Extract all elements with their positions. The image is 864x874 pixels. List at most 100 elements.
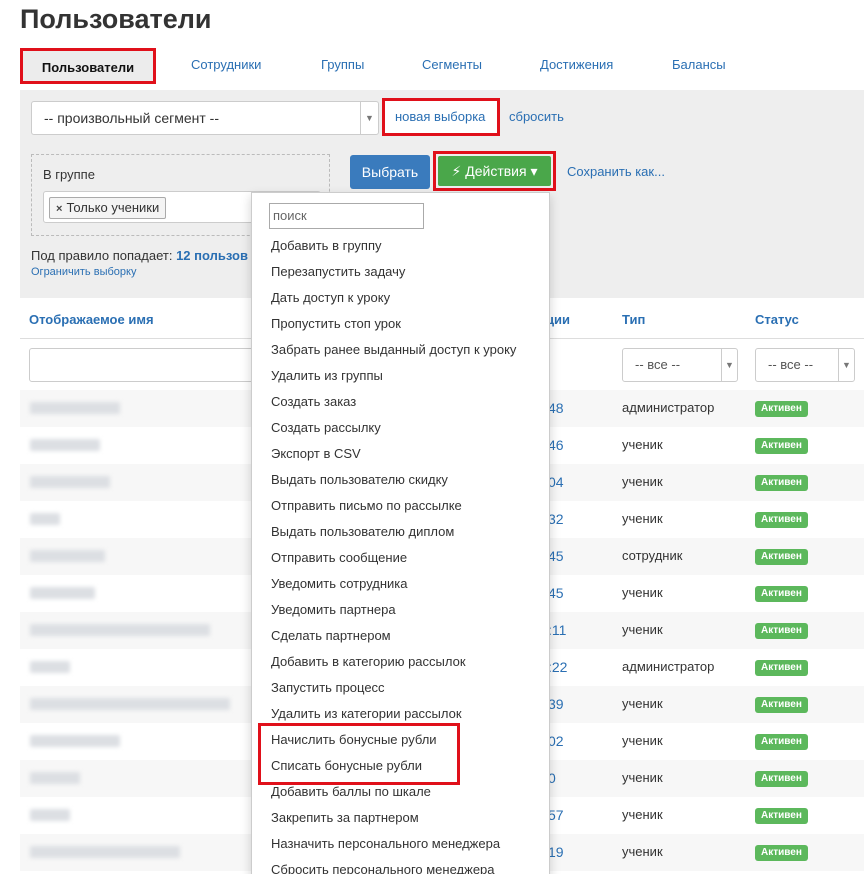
new-selection-link[interactable]: новая выборка (395, 109, 485, 124)
remove-tag-icon[interactable]: × (56, 203, 62, 215)
user-id[interactable]: 46 (548, 437, 564, 453)
user-id[interactable]: 45 (548, 585, 564, 601)
status-badge: Активен (755, 771, 808, 787)
user-type: ученик (622, 733, 663, 748)
blurred-name (30, 587, 95, 599)
tab-groups[interactable]: Группы (321, 48, 364, 84)
status-badge: Активен (755, 512, 808, 528)
user-id[interactable]: :11 (548, 622, 566, 638)
caret-down-icon: ▾ (530, 163, 538, 179)
caret-down-icon: ▼ (360, 102, 378, 134)
tab-balances[interactable]: Балансы (672, 48, 726, 84)
rule-count-value[interactable]: 12 пользов (176, 248, 248, 263)
status-badge: Активен (755, 586, 808, 602)
menu-item[interactable]: Создать рассылку (271, 420, 381, 435)
status-badge: Активен (755, 808, 808, 824)
name-filter-input[interactable] (29, 348, 259, 382)
blurred-name (30, 550, 105, 562)
user-id[interactable]: 19 (548, 844, 564, 860)
menu-item[interactable]: Добавить баллы по шкале (271, 784, 431, 799)
blurred-name (30, 513, 60, 525)
column-status-header[interactable]: Статус (755, 312, 799, 327)
menu-item[interactable]: Отправить письмо по рассылке (271, 498, 462, 513)
group-tag-label: Только ученики (66, 200, 160, 215)
user-type: ученик (622, 770, 663, 785)
actions-search-input[interactable]: поиск (269, 203, 424, 229)
status-filter-value: -- все -- (768, 357, 814, 372)
status-badge: Активен (755, 549, 808, 565)
menu-item[interactable]: Создать заказ (271, 394, 356, 409)
actions-dropdown-menu: поиск Добавить в группу Перезапустить за… (251, 192, 550, 874)
user-type: ученик (622, 585, 663, 600)
blurred-name (30, 661, 70, 673)
menu-item[interactable]: Выдать пользователю скидку (271, 472, 448, 487)
status-badge: Активен (755, 660, 808, 676)
menu-item[interactable]: Назначить персонального менеджера (271, 836, 500, 851)
actions-button-label: Действия (465, 163, 527, 179)
menu-item[interactable]: Уведомить партнера (271, 602, 396, 617)
actions-button[interactable]: ⚡ Действия ▾ (438, 156, 551, 186)
status-badge: Активен (755, 845, 808, 861)
user-id[interactable]: 45 (548, 548, 564, 564)
user-type: ученик (622, 437, 663, 452)
tab-employees[interactable]: Сотрудники (191, 48, 261, 84)
menu-item[interactable]: Уведомить сотрудника (271, 576, 408, 591)
tab-achievements[interactable]: Достижения (540, 48, 613, 84)
blurred-name (30, 402, 120, 414)
column-type-header[interactable]: Тип (622, 312, 645, 327)
menu-item[interactable]: Запустить процесс (271, 680, 385, 695)
user-id[interactable]: 04 (548, 474, 564, 490)
tab-segments[interactable]: Сегменты (422, 48, 482, 84)
status-filter-select[interactable]: -- все -- ▼ (755, 348, 855, 382)
menu-item[interactable]: Сделать партнером (271, 628, 391, 643)
user-id[interactable]: 48 (548, 400, 564, 416)
type-filter-select[interactable]: -- все -- ▼ (622, 348, 738, 382)
actions-highlight: ⚡ Действия ▾ (433, 151, 556, 191)
user-id[interactable]: :22 (548, 659, 567, 675)
user-type: ученик (622, 807, 663, 822)
status-badge: Активен (755, 734, 808, 750)
status-badge: Активен (755, 475, 808, 491)
menu-item[interactable]: Пропустить стоп урок (271, 316, 401, 331)
menu-item[interactable]: Удалить из группы (271, 368, 383, 383)
tab-users[interactable]: Пользователи (20, 48, 156, 84)
column-name-header[interactable]: Отображаемое имя (29, 312, 154, 327)
user-type: ученик (622, 474, 663, 489)
user-id[interactable]: 32 (548, 511, 564, 527)
menu-item[interactable]: Сбросить персонального менеджера (271, 862, 495, 874)
group-rule-label: В группе (43, 167, 95, 182)
menu-item[interactable]: Забрать ранее выданный доступ к уроку (271, 342, 516, 357)
limit-selection-link[interactable]: Ограничить выборку (31, 266, 136, 278)
user-id[interactable]: 57 (548, 807, 564, 823)
type-filter-value: -- все -- (635, 357, 681, 372)
menu-item[interactable]: Закрепить за партнером (271, 810, 419, 825)
save-as-link[interactable]: Сохранить как... (567, 164, 665, 179)
menu-item[interactable]: Выдать пользователю диплом (271, 524, 454, 539)
menu-item[interactable]: Удалить из категории рассылок (271, 706, 462, 721)
menu-item[interactable]: Добавить в категорию рассылок (271, 654, 466, 669)
user-type: ученик (622, 696, 663, 711)
status-badge: Активен (755, 697, 808, 713)
page-title: Пользователи (20, 4, 212, 34)
caret-down-icon: ▼ (721, 349, 737, 381)
user-id[interactable]: 39 (548, 696, 564, 712)
segment-select[interactable]: -- произвольный сегмент -- ▼ (31, 101, 379, 135)
choose-button[interactable]: Выбрать (350, 155, 430, 189)
status-badge: Активен (755, 401, 808, 417)
user-id[interactable]: 02 (548, 733, 564, 749)
menu-item[interactable]: Экспорт в CSV (271, 446, 361, 461)
menu-item[interactable]: Перезапустить задачу (271, 264, 405, 279)
user-type: администратор (622, 400, 715, 415)
status-badge: Активен (755, 623, 808, 639)
rule-count-label: Под правило попадает: (31, 248, 173, 263)
menu-item[interactable]: Добавить в группу (271, 238, 382, 253)
bolt-icon: ⚡ (451, 163, 462, 179)
menu-item[interactable]: Дать доступ к уроку (271, 290, 390, 305)
reset-link[interactable]: сбросить (509, 109, 564, 124)
segment-select-value: -- произвольный сегмент -- (44, 110, 219, 126)
blurred-name (30, 772, 80, 784)
user-type: администратор (622, 659, 715, 674)
menu-item[interactable]: Отправить сообщение (271, 550, 407, 565)
status-badge: Активен (755, 438, 808, 454)
blurred-name (30, 476, 110, 488)
